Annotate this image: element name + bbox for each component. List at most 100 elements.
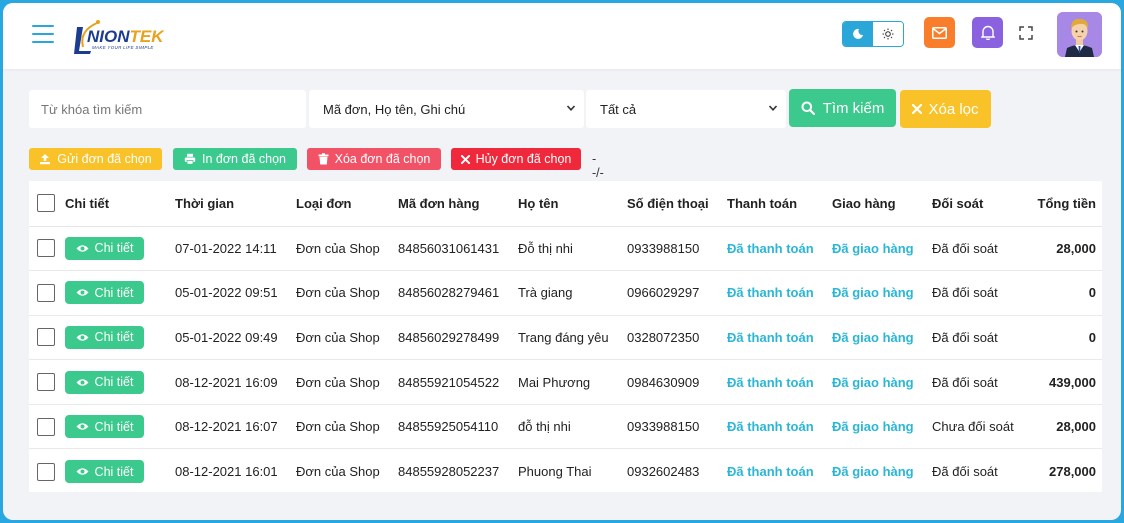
payment-status[interactable]: Đã thanh toán <box>727 270 832 316</box>
search-field-select[interactable]: Mã đơn, Họ tên, Ghi chú <box>309 90 584 128</box>
column-header: Giao hàng <box>832 181 932 227</box>
eye-icon <box>76 468 89 475</box>
clear-filter-button[interactable]: Xóa lọc <box>900 90 991 128</box>
mail-button[interactable] <box>924 17 955 48</box>
chevron-down-icon <box>566 105 576 111</box>
row-checkbox[interactable] <box>37 239 55 258</box>
row-select-cell <box>29 226 65 272</box>
delivery-status[interactable]: Đã giao hàng <box>832 315 932 361</box>
column-header: Đối soát <box>932 181 1032 227</box>
detail-button[interactable]: Chi tiết <box>65 460 144 484</box>
name-cell: Phuong Thai <box>518 464 592 480</box>
row-select-cell <box>29 270 65 316</box>
table-row: Chi tiết 05-01-2022 09:49 Đơn của Shop 8485… <box>29 315 1102 361</box>
payment-status[interactable]: Đã thanh toán <box>727 359 832 405</box>
row-checkbox[interactable] <box>37 373 55 392</box>
row-select-cell <box>29 315 65 361</box>
row-checkbox[interactable] <box>37 462 55 481</box>
detail-button[interactable]: Chi tiết <box>65 281 144 305</box>
cancel-selected-label: Hủy đơn đã chọn <box>475 152 572 166</box>
row-checkbox[interactable] <box>37 328 55 347</box>
notification-button[interactable] <box>972 17 1003 48</box>
delivery-status[interactable]: Đã giao hàng <box>832 270 932 316</box>
send-selected-button[interactable]: Gửi đơn đã chọn <box>29 148 162 170</box>
detail-button[interactable]: Chi tiết <box>65 236 144 260</box>
payment-status[interactable]: Đã thanh toán <box>727 226 832 272</box>
reconcile-status: Đã đối soát <box>932 226 1032 272</box>
brand-logo[interactable]: NIONTEK MAKE YOUR LIFE SIMPLE <box>71 17 171 57</box>
type-cell: Đơn của Shop <box>296 464 380 480</box>
detail-button-label: Chi tiết <box>94 375 134 390</box>
column-header: Số điện thoại <box>627 181 727 227</box>
fullscreen-icon[interactable] <box>1016 23 1036 43</box>
payment-status[interactable]: Đã thanh toán <box>727 315 832 361</box>
order-code-cell: 84855928052237 <box>398 464 500 480</box>
send-selected-label: Gửi đơn đã chọn <box>57 152 152 166</box>
detail-button[interactable]: Chi tiết <box>65 415 144 439</box>
reconcile-status: Đã đối soát <box>932 315 1032 361</box>
row-select-cell <box>29 359 65 405</box>
name-cell: Đỗ thị nhi <box>518 226 627 272</box>
time-cell: 08-12-2021 16:01 <box>175 464 278 480</box>
detail-button[interactable]: Chi tiết <box>65 370 144 394</box>
avatar-image <box>1057 12 1102 57</box>
row-checkbox[interactable] <box>37 417 55 436</box>
x-icon <box>912 104 923 114</box>
payment-status[interactable]: Đã thanh toán <box>727 449 832 494</box>
eye-icon <box>76 289 89 297</box>
row-checkbox[interactable] <box>37 283 55 302</box>
detail-button-label: Chi tiết <box>94 241 134 256</box>
hamburger-menu-icon[interactable] <box>32 25 54 43</box>
top-bar: NIONTEK MAKE YOUR LIFE SIMPLE <box>3 3 1121 69</box>
theme-toggle[interactable] <box>842 21 904 47</box>
bell-icon <box>980 25 995 40</box>
detail-cell: Chi tiết <box>65 226 175 272</box>
chevron-down-icon <box>768 105 778 111</box>
table-row: Chi tiết 08-12-2021 16:09 Đơn của Shop 8485… <box>29 359 1102 405</box>
cancel-selected-button[interactable]: Hủy đơn đã chọn <box>451 148 581 170</box>
type-cell: Đơn của Shop <box>296 359 398 405</box>
moon-icon[interactable] <box>843 22 873 46</box>
type-cell: Đơn của Shop <box>296 226 398 272</box>
printer-icon <box>184 153 196 165</box>
phone-cell: 0966029297 <box>627 270 727 316</box>
orders-table: Chi tiết Thời gian Loại đơn Mã đơn hàng … <box>29 181 1102 492</box>
select-all-cell <box>29 181 65 227</box>
total-cell: 28,000 <box>1032 226 1102 272</box>
time-cell: 05-01-2022 09:49 <box>175 315 296 361</box>
search-icon <box>801 101 815 115</box>
x-icon <box>460 154 470 164</box>
select-all-checkbox[interactable] <box>37 194 55 213</box>
eye-icon <box>76 423 89 430</box>
sun-icon[interactable] <box>873 22 903 46</box>
delivery-status[interactable]: Đã giao hàng <box>832 226 932 272</box>
delivery-status[interactable]: Đã giao hàng <box>832 404 932 450</box>
name-cell: Trà giang <box>518 270 627 316</box>
eye-icon <box>76 245 89 252</box>
print-selected-button[interactable]: In đơn đã chọn <box>173 148 297 170</box>
total-cell: 278,000 <box>1049 464 1096 480</box>
total-cell: 0 <box>1032 315 1102 361</box>
keyword-search-input[interactable] <box>29 90 306 128</box>
name-cell: Trang đáng yêu <box>518 315 627 361</box>
delivery-status[interactable]: Đã giao hàng <box>832 449 932 494</box>
detail-cell: Chi tiết <box>65 404 175 450</box>
total-cell: 0 <box>1032 270 1102 316</box>
table-header-row: Chi tiết Thời gian Loại đơn Mã đơn hàng … <box>29 181 1102 227</box>
search-button[interactable]: Tìm kiếm <box>789 89 896 127</box>
detail-cell: Chi tiết <box>65 315 175 361</box>
payment-status[interactable]: Đã thanh toán <box>727 404 832 450</box>
upload-icon <box>40 154 51 165</box>
reconcile-status: Chưa đối soát <box>932 404 1032 450</box>
detail-button[interactable]: Chi tiết <box>65 325 144 349</box>
status-filter-select[interactable]: Tất cả <box>586 90 786 128</box>
detail-cell: Chi tiết <box>65 270 175 316</box>
order-code-cell: 84856031061431 <box>398 226 518 272</box>
delete-selected-button[interactable]: Xóa đơn đã chọn <box>307 148 441 170</box>
user-avatar[interactable] <box>1057 12 1102 57</box>
column-header: Thanh toán <box>727 181 832 227</box>
delivery-status[interactable]: Đã giao hàng <box>832 359 932 405</box>
detail-button-label: Chi tiết <box>94 330 134 345</box>
phone-cell: 0933988150 <box>627 404 727 450</box>
type-cell: Đơn của Shop <box>296 315 398 361</box>
